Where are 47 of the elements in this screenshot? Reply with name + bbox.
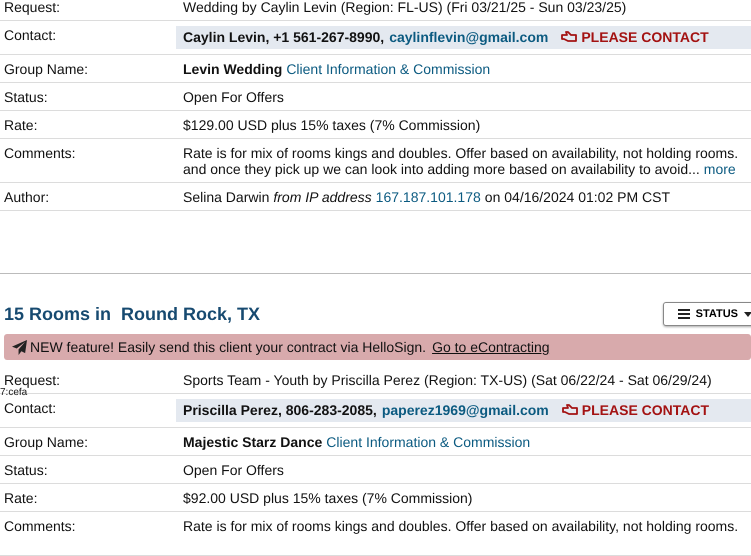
field-label: Author: — [4, 189, 50, 205]
econtracting-link[interactable]: Go to eContracting — [432, 339, 550, 355]
hand-icon — [561, 30, 578, 44]
paper-plane-icon — [12, 340, 27, 354]
field-label: Rate: — [4, 490, 38, 506]
please-contact-link[interactable]: PLEASE CONTACT — [562, 402, 710, 418]
field-label: Rate: — [4, 117, 38, 133]
author-date: on 04/16/2024 01:02 PM CST — [484, 189, 670, 205]
hand-icon — [562, 403, 578, 417]
menu-icon — [678, 309, 690, 319]
caret-icon — [744, 312, 751, 316]
author-via: from IP address — [273, 189, 372, 205]
field-value: Wedding by Caylin Levin (Region: FL-US) (Fri 03/21/25 - Sun 03/23/25) — [183, 0, 626, 15]
contact-name: Priscilla Perez, 806-283-2085, — [183, 402, 377, 418]
field-value: Sports Team - Youth by Priscilla Perez (Region: TX-US) (Sat 06/22/24 - Sat 06/29/24) — [183, 372, 712, 388]
field-label: Group Name: — [4, 434, 90, 450]
field-value: $129.00 USD plus 15% taxes (7% Commission) — [183, 117, 480, 133]
status-button[interactable]: STATUS — [662, 302, 751, 326]
field-label: Group Name: — [4, 61, 90, 77]
more-link[interactable]: more — [704, 161, 736, 177]
banner-text: NEW feature! Easily send this client your contract via HelloSign. — [30, 339, 426, 355]
comment-text: Rate is for mix of rooms kings and doubles. Offer based on availability, not holding rooms. — [183, 518, 738, 534]
email-link[interactable]: paperez1969@gmail.com — [382, 402, 549, 418]
field-label: Contact: — [4, 400, 58, 416]
email-link[interactable]: caylinflevin@gmail.com — [389, 29, 548, 45]
client-info-link[interactable]: Client Information & Commission — [326, 434, 530, 450]
group-name: Levin Wedding — [183, 61, 282, 77]
author-name: Selina Darwin — [183, 189, 270, 205]
group-name: Majestic Starz Dance — [183, 434, 322, 450]
comment-text: Rate is for mix of rooms kings and doubles. Offer based on availability, not holding rooms. — [183, 145, 738, 161]
field-label: Comments: — [4, 145, 77, 161]
field-label: Request: — [4, 0, 62, 15]
ip-link[interactable]: 167.187.101.178 — [376, 189, 481, 205]
comment-text: and once they pick up we can look into adding more based on availability to avoid... — [183, 161, 700, 177]
field-label: Status: — [4, 89, 49, 105]
field-value: $92.00 USD plus 15% taxes (7% Commission) — [183, 490, 472, 506]
field-label: Comments: — [4, 518, 77, 534]
listing-heading: 15 Rooms in Round Rock, TX — [4, 304, 260, 324]
client-info-link[interactable]: Client Information & Commission — [286, 61, 490, 77]
stray-text: 7:cefa — [0, 388, 28, 398]
please-contact-link[interactable]: PLEASE CONTACT — [561, 29, 709, 45]
field-value: Open For Offers — [183, 462, 284, 478]
field-label: Contact: — [4, 27, 58, 43]
contact-name: Caylin Levin, +1 561-267-8990, — [183, 29, 384, 45]
field-label: Request: — [4, 372, 62, 388]
field-value: Open For Offers — [183, 89, 284, 105]
field-label: Status: — [4, 462, 49, 478]
